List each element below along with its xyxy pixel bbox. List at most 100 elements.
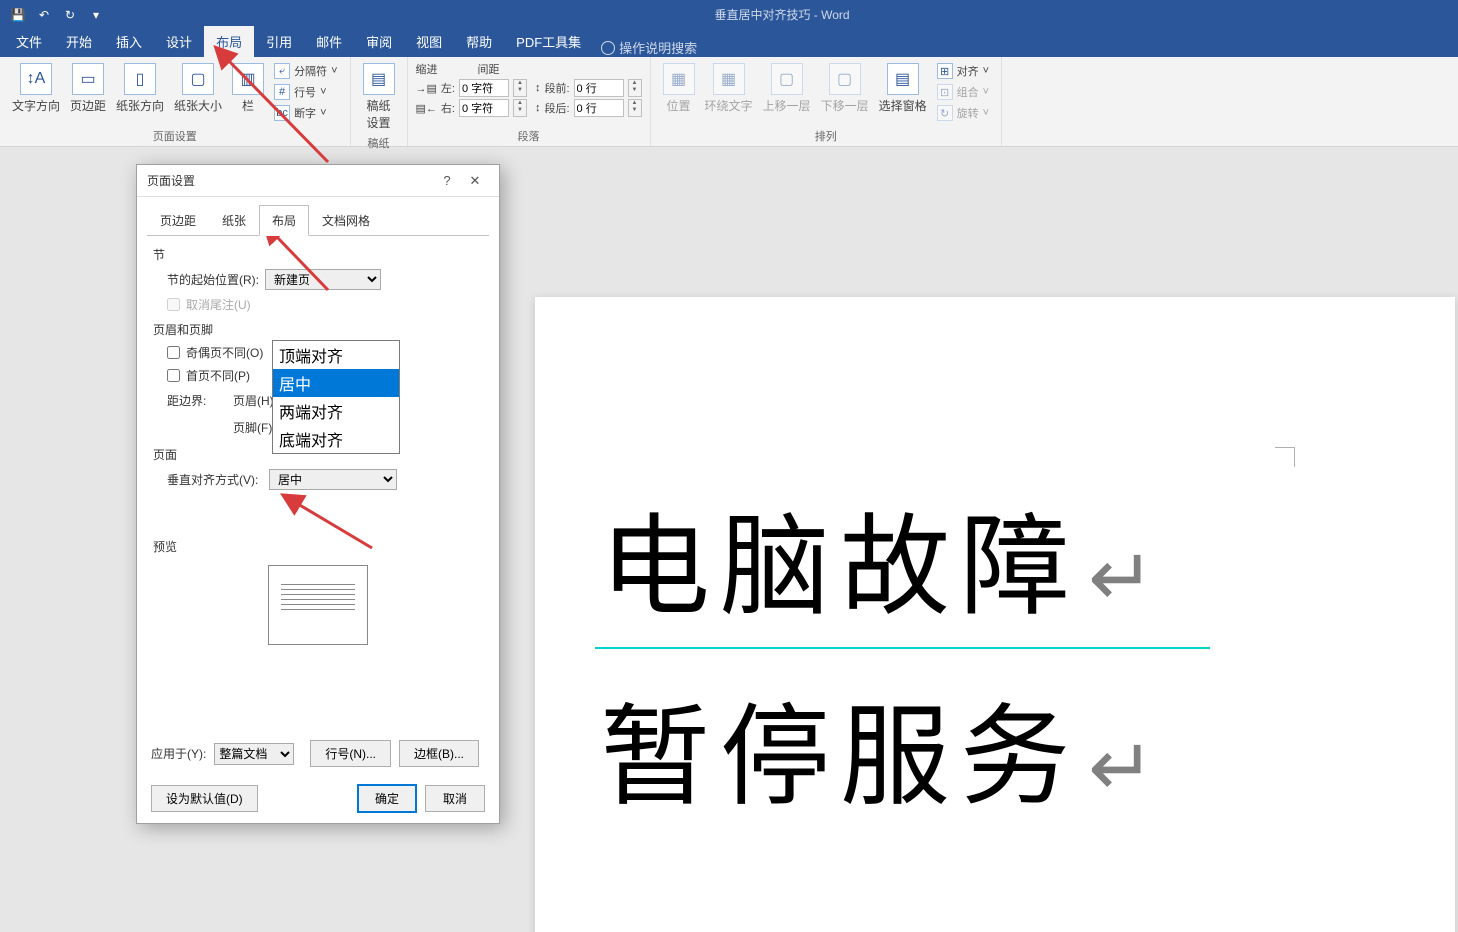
set-default-button[interactable]: 设为默认值(D) [151,785,258,812]
tab-insert[interactable]: 插入 [104,26,154,57]
space-before-input[interactable] [574,79,624,97]
paragraph-mark-icon: ↵ [1088,721,1165,814]
valign-select[interactable]: 居中 [269,469,397,490]
group-manuscript: ▤稿纸 设置 稿纸 [351,57,408,146]
hyphenation-button[interactable]: bc断字 ˅ [270,103,341,123]
qat-dropdown-icon[interactable]: ▾ [86,5,106,25]
window-title: 垂直居中对齐技巧 - Word [106,6,1458,23]
space-after-input[interactable] [574,99,624,117]
margins-button[interactable]: ▭页边距 [66,61,110,116]
first-page-checkbox[interactable] [167,369,180,382]
redo-icon[interactable]: ↻ [60,5,80,25]
valign-option-bottom[interactable]: 底端对齐 [273,425,399,453]
size-icon: ▢ [182,63,214,95]
breaks-button[interactable]: ⤶分隔符 ˅ [270,61,341,81]
document-line-1[interactable]: 电脑故障↵ [600,477,1165,637]
page[interactable]: 电脑故障↵ 暂停服务↵ [535,297,1455,932]
dialog-tab-paper[interactable]: 纸张 [209,205,259,236]
align-icon: ⊞ [937,63,953,79]
indent-left-input[interactable] [459,79,509,97]
valign-option-justify[interactable]: 两端对齐 [273,397,399,425]
suppress-endnotes-checkbox [167,298,180,311]
tab-review[interactable]: 审阅 [354,26,404,57]
help-icon[interactable]: ? [433,173,461,188]
manuscript-icon: ▤ [363,63,395,95]
valign-option-top[interactable]: 顶端对齐 [273,341,399,369]
orientation-button[interactable]: ▯纸张方向 [112,61,168,116]
apply-to-label: 应用于(Y): [151,745,206,762]
tab-home[interactable]: 开始 [54,26,104,57]
spinner[interactable]: ▲▼ [513,79,527,97]
margins-icon: ▭ [72,63,104,95]
ok-button[interactable]: 确定 [357,784,417,813]
cancel-button[interactable]: 取消 [425,785,485,812]
tab-references[interactable]: 引用 [254,26,304,57]
suppress-endnotes-label: 取消尾注(U) [186,296,251,313]
from-edge-label: 距边界: [167,392,227,409]
text-direction-button[interactable]: ↕A文字方向 [8,61,64,116]
group-label-page-setup: 页面设置 [8,126,342,144]
selection-pane-icon: ▤ [887,63,919,95]
group-page-setup: ↕A文字方向 ▭页边距 ▯纸张方向 ▢纸张大小 ▥栏 ⤶分隔符 ˅ #行号 ˅ … [0,57,351,146]
paragraph-mark-icon: ↵ [1088,531,1165,624]
indent-left-icon: →▤ [416,82,437,95]
section-header-preview: 预览 [153,538,483,555]
spinner[interactable]: ▲▼ [628,99,642,117]
apply-to-select[interactable]: 整篇文档 [214,743,294,765]
dialog-button-row: 设为默认值(D) 确定 取消 [137,784,499,813]
valign-option-center[interactable]: 居中 [273,369,399,397]
line-numbers-button[interactable]: #行号 ˅ [270,82,341,102]
tab-layout[interactable]: 布局 [204,26,254,57]
section-start-select[interactable]: 新建页 [265,269,381,290]
document-line-2[interactable]: 暂停服务↵ [600,667,1165,827]
ribbon-tabs: 文件 开始 插入 设计 布局 引用 邮件 审阅 视图 帮助 PDF工具集 操作说… [0,29,1458,57]
space-before-icon: ↕ [535,82,541,94]
line-numbers-dialog-button[interactable]: 行号(N)... [310,740,391,767]
dialog-title: 页面设置 [147,172,433,189]
spinner[interactable]: ▲▼ [628,79,642,97]
columns-button[interactable]: ▥栏 [228,61,268,116]
bring-forward-button: ▢上移一层 [759,61,815,116]
save-icon[interactable]: 💾 [8,5,28,25]
rotate-icon: ↻ [937,105,953,121]
dialog-tab-grid[interactable]: 文档网格 [309,205,383,236]
text-direction-icon: ↕A [20,63,52,95]
first-page-label: 首页不同(P) [186,367,250,384]
dialog-tab-margins[interactable]: 页边距 [147,205,209,236]
preview-box [268,565,368,645]
tab-pdf[interactable]: PDF工具集 [504,26,593,57]
valign-label: 垂直对齐方式(V): [167,471,263,488]
tab-help[interactable]: 帮助 [454,26,504,57]
undo-icon[interactable]: ↶ [34,5,54,25]
dialog-tab-layout[interactable]: 布局 [259,205,309,236]
manuscript-button[interactable]: ▤稿纸 设置 [359,61,399,133]
bring-forward-icon: ▢ [771,63,803,95]
indent-right-icon: ▤← [416,102,437,115]
selection-pane-button[interactable]: ▤选择窗格 [875,61,931,116]
spinner[interactable]: ▲▼ [513,99,527,117]
columns-icon: ▥ [232,63,264,95]
page-setup-dialog: 页面设置 ? ✕ 页边距 纸张 布局 文档网格 节 节的起始位置(R): 新建页… [136,164,500,824]
tell-me-search[interactable]: 操作说明搜索 [601,38,697,57]
valign-dropdown-list: 顶端对齐 居中 两端对齐 底端对齐 [272,340,400,454]
group-label-paragraph: 段落 [416,126,642,144]
group-label-arrange: 排列 [659,126,994,144]
align-button[interactable]: ⊞对齐 ˅ [933,61,993,81]
dialog-title-bar[interactable]: 页面设置 ? ✕ [137,165,499,197]
indent-right-input[interactable] [459,99,509,117]
tab-file[interactable]: 文件 [4,26,54,57]
rotate-button: ↻旋转 ˅ [933,103,993,123]
odd-even-checkbox[interactable] [167,346,180,359]
title-bar: 💾 ↶ ↻ ▾ 垂直居中对齐技巧 - Word [0,0,1458,29]
tab-design[interactable]: 设计 [154,26,204,57]
header-label: 页眉(H): [233,392,277,409]
close-icon[interactable]: ✕ [461,173,489,189]
quick-access-toolbar: 💾 ↶ ↻ ▾ [8,5,106,25]
cursor-line [595,647,1210,649]
borders-dialog-button[interactable]: 边框(B)... [399,740,479,767]
size-button[interactable]: ▢纸张大小 [170,61,226,116]
send-backward-icon: ▢ [829,63,861,95]
tab-view[interactable]: 视图 [404,26,454,57]
odd-even-label: 奇偶页不同(O) [186,344,263,361]
tab-mailings[interactable]: 邮件 [304,26,354,57]
